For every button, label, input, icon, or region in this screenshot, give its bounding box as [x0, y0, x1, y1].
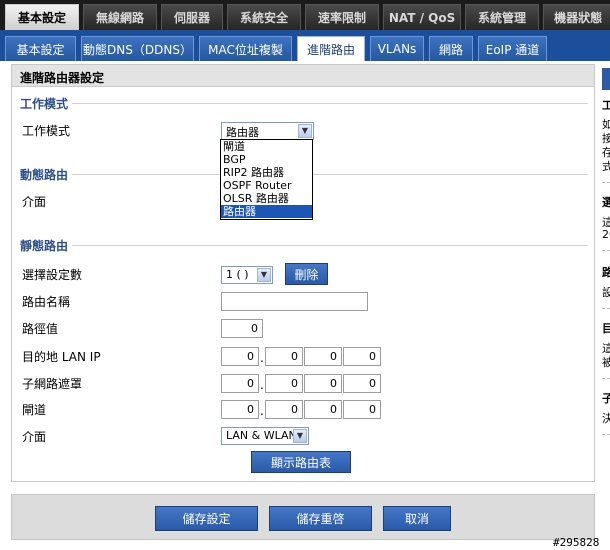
top-tab-status[interactable]: 機器狀態 — [543, 4, 610, 30]
work-mode-option[interactable]: OLSR 路由器 — [221, 192, 312, 205]
help-divider — [602, 250, 610, 251]
show-routing-table-button[interactable]: 顯示路由表 — [251, 451, 351, 473]
dest-ip-label: 目的地 LAN IP — [22, 350, 101, 364]
action-bar: 儲存設定 儲存重啓 取消 — [11, 494, 595, 540]
delete-button[interactable]: 刪除 — [285, 263, 328, 285]
sub-tab-ddns[interactable]: 動態DNS（DDNS） — [81, 36, 194, 61]
gateway-octet-4[interactable]: 0 — [343, 400, 381, 419]
work-mode-value: 路由器 — [226, 126, 259, 139]
mask-octet-4[interactable]: 0 — [343, 374, 381, 393]
dest-ip-octet-2[interactable]: 0 — [265, 347, 303, 366]
sub-tab-eoip[interactable]: EoIP 通道 — [478, 36, 547, 61]
metric-label: 路徑值 — [22, 322, 59, 336]
sub-tab-advanced-routing[interactable]: 進階路由 — [297, 36, 365, 61]
route-select[interactable]: 1 ( ) ▼ — [221, 266, 273, 284]
gateway-label: 閘道 — [22, 403, 47, 417]
work-mode-title: 工作模式 — [20, 95, 73, 112]
dest-ip-octet-1[interactable]: 0 — [221, 347, 259, 366]
sub-tab-vlans[interactable]: VLANs — [370, 36, 424, 61]
static-interface-value: LAN & WLAN — [226, 429, 297, 442]
help-text: 被 — [602, 356, 610, 369]
sub-tab-networking[interactable]: 網路 — [429, 36, 473, 61]
ip-separator: . — [260, 378, 264, 392]
work-mode-dropdown-list: 閘道 BGP RIP2 路由器 OSPF Router OLSR 路由器 路由器 — [220, 139, 313, 220]
dest-ip-octet-3[interactable]: 0 — [304, 347, 342, 366]
work-mode-option[interactable]: RIP2 路由器 — [221, 166, 312, 179]
help-divider — [602, 434, 610, 435]
top-tab-services[interactable]: 伺服器 — [161, 4, 224, 30]
help-text: 式 — [602, 160, 610, 173]
help-divider — [602, 378, 610, 379]
help-divider — [602, 182, 610, 183]
help-panel: 工 如 接 存 式 選 這 20 路 設 目 這 被 子 決 — [602, 64, 610, 464]
static-interface-select[interactable]: LAN & WLAN ▼ — [221, 427, 309, 445]
mask-octet-3[interactable]: 0 — [304, 374, 342, 393]
help-text: 目 — [602, 322, 610, 335]
top-tab-nat-qos[interactable]: NAT / QoS — [383, 4, 462, 30]
sub-tab-mac-clone[interactable]: MAC位址複製 — [199, 36, 292, 61]
gateway-octet-1[interactable]: 0 — [221, 400, 259, 419]
cancel-button[interactable]: 取消 — [383, 506, 451, 531]
help-text: 工 — [602, 99, 610, 112]
chevron-down-icon: ▼ — [293, 429, 307, 443]
gateway-octet-2[interactable]: 0 — [265, 400, 303, 419]
sub-navigation: 基本設定 動態DNS（DDNS） MAC位址複製 進階路由 VLANs 網路 E… — [0, 30, 610, 61]
static-interface-label: 介面 — [22, 430, 47, 444]
chevron-down-icon: ▼ — [257, 268, 271, 282]
top-tab-basic-setup[interactable]: 基本設定 — [5, 4, 80, 30]
mask-octet-1[interactable]: 0 — [221, 374, 259, 393]
work-mode-option[interactable]: BGP — [221, 153, 312, 166]
work-mode-select[interactable]: 路由器 ▼ — [221, 122, 314, 140]
route-name-label: 路由名稱 — [22, 295, 71, 309]
gateway-octet-3[interactable]: 0 — [304, 400, 342, 419]
dynamic-routing-title: 動態路由 — [20, 166, 73, 183]
help-text: 20 — [602, 228, 610, 241]
top-tab-security[interactable]: 系統安全 — [227, 4, 302, 30]
work-mode-option[interactable]: OSPF Router — [221, 179, 312, 192]
help-header — [602, 68, 610, 90]
help-text: 決 — [602, 412, 610, 425]
route-select-label: 選擇設定數 — [22, 268, 83, 282]
routing-panel: 進階路由器設定 工作模式 工作模式 路由器 ▼ 動態路由 介面 靜態路由 選擇設… — [11, 64, 595, 482]
work-mode-label: 工作模式 — [22, 124, 71, 138]
work-mode-option[interactable]: 閘道 — [221, 140, 312, 153]
ip-separator: . — [260, 351, 264, 365]
dest-ip-octet-4[interactable]: 0 — [343, 347, 381, 366]
save-reboot-button[interactable]: 儲存重啓 — [269, 506, 372, 531]
metric-input[interactable]: 0 — [221, 319, 263, 338]
top-tab-wireless[interactable]: 無線網路 — [83, 4, 158, 30]
subnet-mask-label: 子網路遮罩 — [22, 377, 83, 391]
route-name-input[interactable] — [221, 292, 368, 311]
route-select-value: 1 ( ) — [226, 268, 249, 281]
help-text: 子 — [602, 392, 610, 405]
work-mode-option-selected[interactable]: 路由器 — [221, 205, 312, 218]
help-text: 路 — [602, 266, 610, 279]
chevron-down-icon: ▼ — [298, 124, 312, 138]
panel-title: 進階路由器設定 — [12, 65, 594, 87]
dynamic-interface-label: 介面 — [22, 195, 47, 209]
top-navigation: 基本設定 無線網路 伺服器 系統安全 速率限制 NAT / QoS 系統管理 機… — [0, 0, 610, 30]
top-tab-administration[interactable]: 系統管理 — [465, 4, 540, 30]
help-text: 選 — [602, 196, 610, 209]
help-text: 設 — [602, 286, 610, 299]
watermark: #295828 — [553, 536, 600, 549]
save-button[interactable]: 儲存設定 — [155, 506, 258, 531]
mask-octet-2[interactable]: 0 — [265, 374, 303, 393]
ip-separator: . — [260, 404, 264, 418]
sub-tab-basic-setup[interactable]: 基本設定 — [5, 36, 76, 61]
static-routing-title: 靜態路由 — [20, 237, 73, 254]
help-divider — [602, 308, 610, 309]
top-tab-rate-limit[interactable]: 速率限制 — [305, 4, 380, 30]
